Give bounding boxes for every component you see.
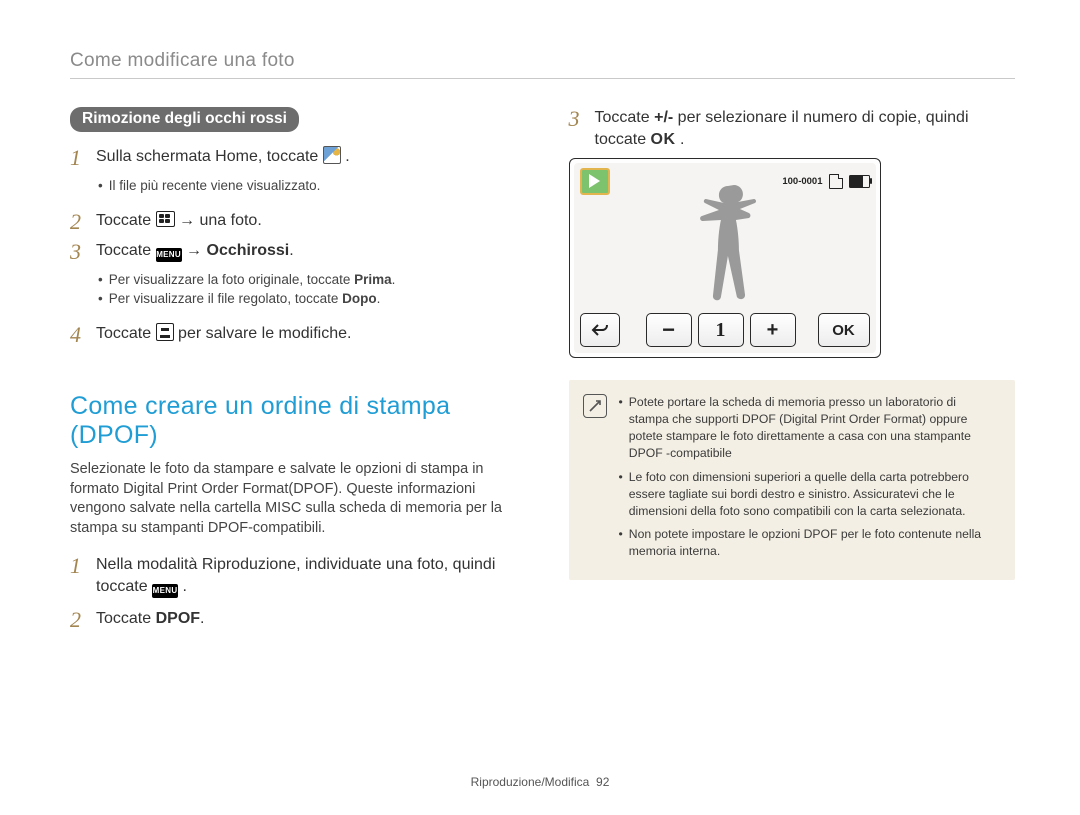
- sub-text: Il file più recente viene visualizzato.: [109, 176, 321, 196]
- left-column: Rimozione degli occhi rossi 1 Sulla sche…: [70, 107, 517, 638]
- step-text: .: [200, 610, 204, 627]
- breadcrumb-title: Come modificare una foto: [70, 50, 1015, 72]
- step-text: Toccate: [595, 109, 655, 126]
- step-text: Sulla schermata Home, toccate: [96, 148, 323, 165]
- redeye-step-3: 3 Toccate MENU → Occhirossi.: [70, 240, 517, 263]
- redeye-step-4: 4 Toccate per salvare le modifiche.: [70, 323, 517, 346]
- section-pill-redeye: Rimozione degli occhi rossi: [70, 107, 299, 132]
- section-intro: Selezionate le foto da stampare e salvat…: [70, 460, 517, 538]
- save-disk-icon: [156, 323, 174, 341]
- redeye-step-1: 1 Sulla schermata Home, toccate .: [70, 146, 517, 169]
- dpof-step-2: 2 Toccate DPOF.: [70, 608, 517, 631]
- note-icon: [583, 394, 607, 418]
- thumbnail-play-icon: [580, 168, 610, 195]
- step-text: .: [289, 242, 293, 259]
- step-number: 3: [70, 240, 92, 263]
- page-footer: Riproduzione/Modifica 92: [0, 775, 1080, 789]
- step-number: 2: [70, 210, 92, 233]
- gallery-icon: [156, 211, 175, 227]
- note-item: Potete portare la scheda di memoria pres…: [629, 394, 999, 462]
- person-silhouette: [678, 179, 774, 324]
- home-app-icon: [323, 146, 341, 164]
- step-number: 2: [70, 608, 92, 631]
- camera-screen-illustration: 100-0001: [569, 158, 881, 358]
- step-text: .: [345, 148, 349, 165]
- sub-text: Per visualizzare la foto originale, tocc…: [109, 272, 354, 287]
- sub-text: Per visualizzare il file regolato, tocca…: [109, 291, 342, 306]
- decrement-button[interactable]: −: [646, 313, 692, 347]
- ok-button[interactable]: OK: [818, 313, 870, 347]
- plus-minus-glyph: +/-: [654, 109, 673, 126]
- sd-card-icon: [829, 174, 843, 189]
- footer-section: Riproduzione/Modifica: [471, 775, 590, 789]
- battery-icon: [849, 175, 870, 188]
- step-text: → una foto.: [179, 212, 262, 229]
- copy-count-display: 1: [698, 313, 744, 347]
- step-3-sublist: Per visualizzare la foto originale, tocc…: [98, 270, 517, 309]
- step-1-sublist: Il file più recente viene visualizzato.: [98, 176, 517, 196]
- file-id-label: 100-0001: [782, 176, 822, 187]
- footer-page: 92: [596, 775, 609, 789]
- step-text: per salvare le modifiche.: [178, 325, 351, 342]
- step-text: .: [676, 131, 685, 148]
- note-item: Non potete impostare le opzioni DPOF per…: [629, 526, 999, 560]
- menu-icon: MENU: [152, 584, 178, 598]
- step-text: .: [182, 578, 186, 595]
- step-bold: Occhirossi: [207, 242, 290, 259]
- back-button[interactable]: [580, 313, 620, 347]
- sub-bold: Dopo: [342, 291, 377, 306]
- step-number: 3: [569, 107, 591, 130]
- step-text: Toccate: [96, 242, 156, 259]
- arrow-icon: →: [186, 240, 202, 262]
- note-box: Potete portare la scheda di memoria pres…: [569, 380, 1016, 580]
- section-heading-dpof: Come creare un ordine di stampa (DPOF): [70, 392, 517, 450]
- note-item: Le foto con dimensioni superiori a quell…: [629, 469, 999, 520]
- step-text: Toccate: [96, 212, 156, 229]
- step-number: 4: [70, 323, 92, 346]
- ok-inline-icon: OK: [651, 129, 676, 151]
- step-number: 1: [70, 146, 92, 169]
- header-rule: [70, 78, 1015, 79]
- step-text: Toccate: [96, 325, 156, 342]
- redeye-step-2: 2 Toccate → una foto.: [70, 210, 517, 233]
- right-column: 3 Toccate +/- per selezionare il numero …: [569, 107, 1016, 638]
- increment-button[interactable]: +: [750, 313, 796, 347]
- dpof-step-1: 1 Nella modalità Riproduzione, individua…: [70, 554, 517, 598]
- sub-bold: Prima: [354, 272, 392, 287]
- menu-icon: MENU: [156, 248, 182, 262]
- dpof-step-3: 3 Toccate +/- per selezionare il numero …: [569, 107, 1016, 150]
- step-number: 1: [70, 554, 92, 577]
- step-bold: DPOF: [156, 610, 200, 627]
- step-text: Toccate: [96, 610, 156, 627]
